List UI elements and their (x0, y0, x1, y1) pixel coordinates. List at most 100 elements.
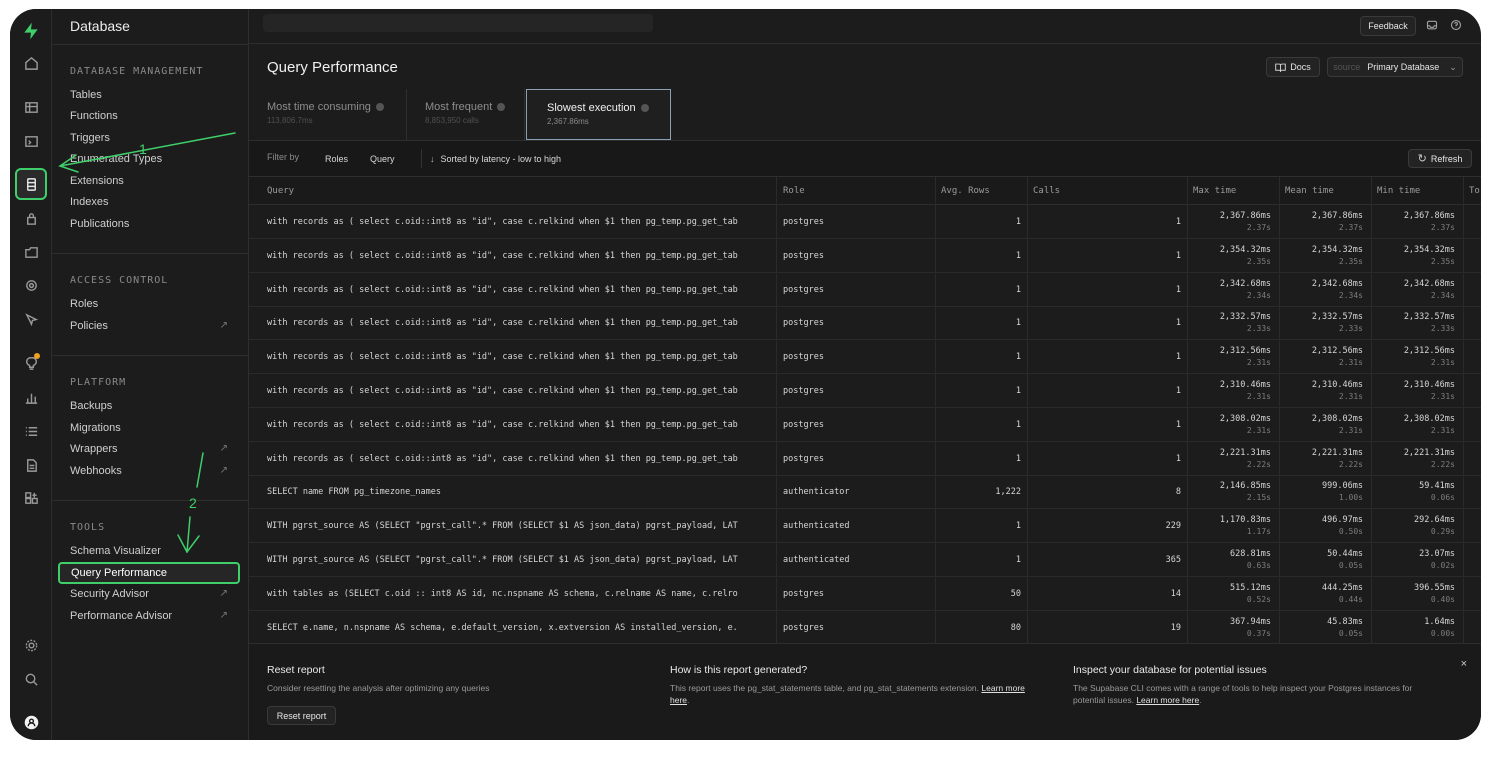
realtime-icon[interactable] (19, 307, 43, 331)
column-header-calls[interactable]: Calls (1033, 186, 1060, 196)
mean-time-cell-seconds: 0.44s (1338, 594, 1363, 604)
min-time-cell-ms: 396.55ms (1414, 582, 1455, 593)
column-header-min-time[interactable]: Min time (1377, 186, 1420, 196)
query-cell: with records as ( select c.oid::int8 as … (267, 318, 738, 329)
search-icon[interactable] (19, 667, 43, 691)
column-divider (1187, 177, 1188, 643)
table-row[interactable]: SELECT e.name, n.nspname AS schema, e.de… (249, 611, 1481, 643)
home-icon[interactable] (19, 51, 43, 75)
database-sidebar: Database DATABASE MANAGEMENT Tables Func… (52, 9, 249, 740)
tab-slowest-execution[interactable]: Slowest execution 2,367.86ms (526, 89, 671, 140)
column-header-role[interactable]: Role (783, 186, 805, 196)
refresh-label: Refresh (1430, 153, 1463, 164)
column-header-mean-time[interactable]: Mean time (1285, 186, 1334, 196)
table-row[interactable]: with records as ( select c.oid::int8 as … (249, 273, 1481, 307)
sort-button[interactable]: ↓ Sorted by latency - low to high (421, 149, 567, 168)
table-row[interactable]: with tables as (SELECT c.oid :: int8 AS … (249, 577, 1481, 611)
min-time-cell: 1.64ms 0.00s (1373, 617, 1455, 638)
mean-time-cell: 50.44ms 0.05s (1281, 549, 1363, 570)
edge-functions-icon[interactable] (19, 273, 43, 297)
refresh-button[interactable]: ↻ Refresh (1408, 149, 1472, 168)
min-time-cell-ms: 23.07ms (1419, 549, 1455, 559)
sidebar-item-schema-visualizer[interactable]: Schema Visualizer (70, 542, 238, 560)
table-row[interactable]: with records as ( select c.oid::int8 as … (249, 306, 1481, 341)
sql-editor-icon[interactable] (19, 129, 43, 153)
inbox-icon[interactable] (1426, 19, 1438, 31)
sidebar-item-tables[interactable]: Tables (70, 86, 238, 104)
column-divider (1279, 177, 1280, 643)
mean-time-cell-ms: 2,308.02ms (1311, 413, 1363, 424)
column-header-total-time[interactable]: To (1469, 186, 1480, 196)
source-select[interactable]: source Primary Database ⌄ (1327, 57, 1463, 77)
mean-time-cell-ms: 50.44ms (1327, 549, 1363, 559)
advisors-icon[interactable] (19, 351, 43, 375)
calls-cell: 1 (1175, 284, 1181, 295)
sidebar-item-roles[interactable]: Roles (70, 295, 238, 313)
external-link-icon: ↗ (219, 465, 228, 476)
supabase-logo-icon[interactable] (19, 19, 43, 43)
column-header-query[interactable]: Query (267, 186, 294, 196)
table-row[interactable]: with records as ( select c.oid::int8 as … (249, 408, 1481, 442)
table-row[interactable]: with records as ( select c.oid::int8 as … (249, 205, 1481, 239)
sidebar-item-indexes[interactable]: Indexes (70, 193, 238, 211)
avg-rows-cell: 1 (1015, 250, 1021, 261)
sidebar-item-query-performance[interactable]: Query Performance (58, 562, 240, 584)
roles-filter-button[interactable]: Roles (319, 149, 354, 168)
sidebar-item-publications[interactable]: Publications (70, 215, 238, 233)
column-header-max-time[interactable]: Max time (1193, 186, 1236, 196)
max-time-cell-ms: 2,308.02ms (1219, 413, 1271, 424)
user-avatar-icon[interactable] (19, 710, 43, 734)
avg-rows-cell: 1 (1015, 352, 1021, 363)
table-row[interactable]: with records as ( select c.oid::int8 as … (249, 374, 1481, 408)
sidebar-item-security-advisor[interactable]: Security Advisor ↗ (70, 585, 238, 603)
max-time-cell-ms: 2,310.46ms (1219, 380, 1271, 390)
close-icon[interactable]: × (1461, 658, 1467, 670)
table-editor-icon[interactable] (19, 95, 43, 119)
table-row[interactable]: WITH pgrst_source AS (SELECT "pgrst_call… (249, 543, 1481, 577)
sidebar-item-extensions[interactable]: Extensions (70, 172, 238, 190)
logs-icon[interactable] (19, 419, 43, 443)
sidebar-item-webhooks[interactable]: Webhooks ↗ (70, 462, 238, 480)
breadcrumb[interactable] (263, 14, 653, 32)
storage-icon[interactable] (19, 240, 43, 264)
feedback-button[interactable]: Feedback (1360, 16, 1416, 36)
integrations-icon[interactable] (19, 486, 43, 510)
query-table: Query Role Avg. Rows Calls Max time Mean… (249, 177, 1481, 643)
settings-icon[interactable] (19, 633, 43, 657)
sidebar-item-backups[interactable]: Backups (70, 397, 238, 415)
avg-rows-cell: 1 (1015, 318, 1021, 329)
sidebar-item-migrations[interactable]: Migrations (70, 419, 238, 437)
table-row[interactable]: with records as ( select c.oid::int8 as … (249, 239, 1481, 273)
sidebar-item-policies[interactable]: Policies ↗ (70, 317, 238, 335)
learn-more-link[interactable]: Learn more here (1136, 695, 1199, 705)
sidebar-item-functions[interactable]: Functions (70, 107, 238, 125)
max-time-cell: 1,170.83ms 1.17s (1189, 515, 1271, 536)
min-time-cell: 2,367.86ms 2.37s (1373, 211, 1455, 232)
tab-most-time-consuming[interactable]: Most time consuming 113,806.7ms (249, 89, 407, 141)
table-row[interactable]: with records as ( select c.oid::int8 as … (249, 340, 1481, 375)
avg-rows-cell: 80 (1010, 622, 1021, 633)
role-cell: authenticator (783, 487, 850, 498)
docs-button[interactable]: Docs (1266, 57, 1320, 77)
min-time-cell-ms: 2,367.86ms (1403, 211, 1455, 221)
api-docs-icon[interactable] (19, 453, 43, 477)
auth-icon[interactable] (19, 206, 43, 230)
query-cell: with records as ( select c.oid::int8 as … (267, 284, 738, 295)
sidebar-item-triggers[interactable]: Triggers (70, 129, 238, 147)
sidebar-item-performance-advisor[interactable]: Performance Advisor ↗ (70, 607, 238, 625)
tab-most-frequent[interactable]: Most frequent 8,853,950 calls (407, 89, 525, 141)
database-icon[interactable] (15, 168, 47, 200)
reports-icon[interactable] (19, 385, 43, 409)
table-row[interactable]: with records as ( select c.oid::int8 as … (249, 442, 1481, 476)
sidebar-item-wrappers[interactable]: Wrappers ↗ (70, 440, 238, 458)
card-description: This report uses the pg_stat_statements … (670, 682, 1040, 706)
reset-report-button[interactable]: Reset report (267, 706, 336, 725)
table-row[interactable]: WITH pgrst_source AS (SELECT "pgrst_call… (249, 509, 1481, 544)
help-icon[interactable] (1450, 19, 1462, 31)
calls-cell: 1 (1175, 386, 1181, 396)
query-filter-button[interactable]: Query (364, 149, 401, 168)
column-header-avg-rows[interactable]: Avg. Rows (941, 186, 990, 196)
table-row[interactable]: SELECT name FROM pg_timezone_names authen… (249, 475, 1481, 510)
sidebar-item-enumerated-types[interactable]: Enumerated Types (70, 150, 238, 168)
sidebar-item-label: Wrappers (70, 443, 118, 455)
